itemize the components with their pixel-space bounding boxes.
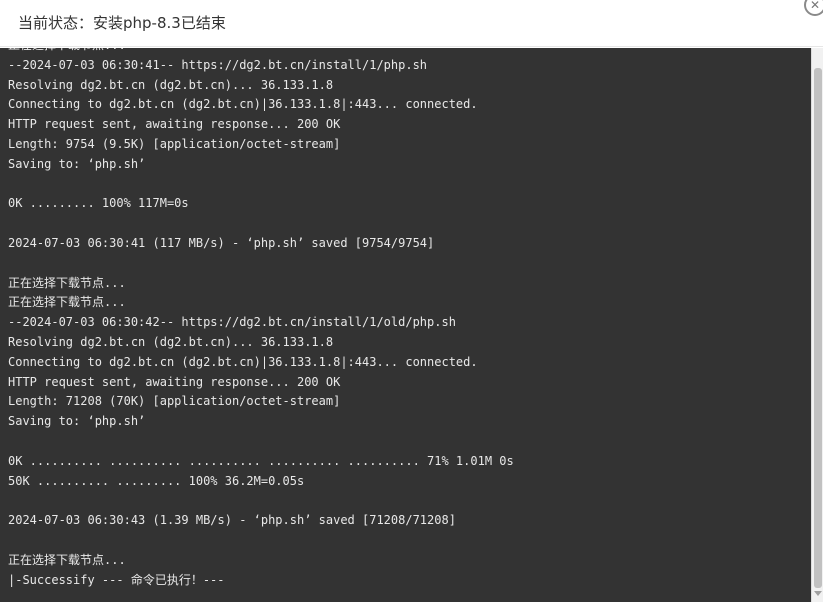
terminal-line: Length: 71208 (70K) [application/octet-s… [8, 394, 341, 409]
dialog-title: 当前状态：安装php-8.3已结束 [18, 14, 226, 32]
terminal-line: |-Successify --- 命令已执行！--- [8, 572, 225, 587]
terminal-line: Connecting to dg2.bt.cn (dg2.bt.cn)|36.1… [8, 97, 478, 112]
terminal-line: 正在选择下载节点... [8, 48, 808, 56]
install-status-dialog: 当前状态：安装php-8.3已结束 正在选择下载节点...--2024-07-0… [0, 0, 823, 602]
dialog-title-bar: 当前状态：安装php-8.3已结束 [0, 0, 823, 47]
terminal-line: --2024-07-03 06:30:41-- https://dg2.bt.c… [8, 57, 428, 72]
terminal-line: Resolving dg2.bt.cn (dg2.bt.cn)... 36.13… [8, 77, 334, 92]
terminal-output[interactable]: 正在选择下载节点...--2024-07-03 06:30:41-- https… [0, 48, 823, 602]
close-icon: ✕ [809, 0, 821, 12]
terminal-log: 正在选择下载节点...--2024-07-03 06:30:41-- https… [8, 48, 808, 590]
terminal-line: Saving to: ‘php.sh’ [8, 156, 146, 171]
terminal-line: 0K .......... .......... .......... ....… [8, 453, 514, 468]
terminal-line: Saving to: ‘php.sh’ [8, 414, 146, 429]
terminal-line: 2024-07-03 06:30:41 (117 MB/s) - ‘php.sh… [8, 235, 435, 250]
terminal-scrollbar[interactable] [811, 48, 823, 602]
terminal-line: 2024-07-03 06:30:43 (1.39 MB/s) - ‘php.s… [8, 513, 456, 528]
terminal-line: 0K ......... 100% 117M=0s [8, 196, 189, 211]
terminal-line: 正在选择下载节点... [8, 295, 126, 310]
terminal-line: HTTP request sent, awaiting response... … [8, 374, 341, 389]
scroll-down-arrow-icon[interactable] [814, 591, 822, 596]
terminal-line: --2024-07-03 06:30:42-- https://dg2.bt.c… [8, 315, 456, 330]
terminal-line: Resolving dg2.bt.cn (dg2.bt.cn)... 36.13… [8, 334, 334, 349]
terminal-line: 正在选择下载节点... [8, 275, 126, 290]
terminal-line: Length: 9754 (9.5K) [application/octet-s… [8, 136, 341, 151]
terminal-line: 正在选择下载节点... [8, 552, 126, 567]
scrollbar-thumb[interactable] [814, 68, 822, 588]
terminal-line: HTTP request sent, awaiting response... … [8, 117, 341, 132]
terminal-line: Connecting to dg2.bt.cn (dg2.bt.cn)|36.1… [8, 354, 478, 369]
terminal-line: 50K .......... ......... 100% 36.2M=0.05… [8, 473, 305, 488]
